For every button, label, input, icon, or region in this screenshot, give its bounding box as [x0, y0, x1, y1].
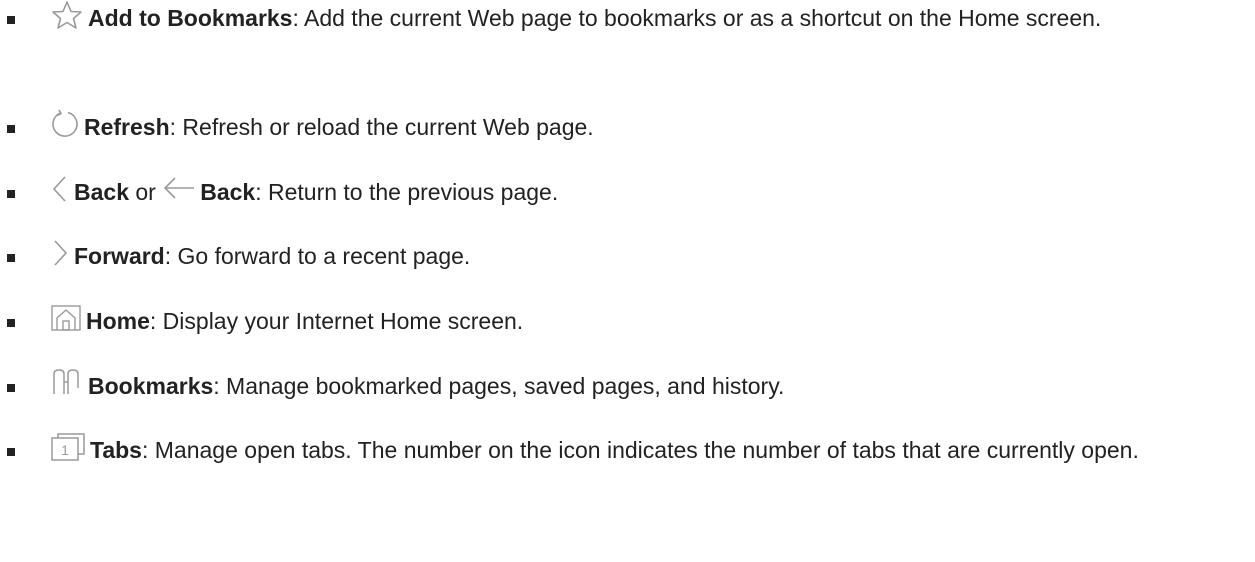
item-label: Home — [86, 308, 150, 334]
bullet — [7, 16, 15, 24]
list-item-text: Add to Bookmarks: Add the current Web pa… — [50, 0, 1245, 35]
arrow-left-icon — [162, 174, 196, 204]
list-item-text: Back or Back: Return to the previous pag… — [50, 174, 1245, 209]
list-item-text: 1 Tabs: Manage open tabs. The number on … — [50, 432, 1245, 467]
bullet — [7, 125, 15, 133]
bullet — [7, 384, 15, 392]
bullet — [7, 319, 15, 327]
tabs-icon: 1 — [50, 432, 86, 462]
star-outline-icon — [50, 0, 84, 30]
bookmarks-book-icon — [50, 368, 84, 398]
bullet — [7, 448, 15, 456]
item-label: Tabs — [90, 437, 142, 463]
item-description: : Return to the previous page. — [255, 179, 559, 205]
list-item-text: Forward: Go forward to a recent page. — [50, 238, 1245, 273]
item-description: : Go forward to a recent page. — [164, 243, 471, 269]
bullet — [7, 190, 15, 198]
chevron-right-icon — [50, 238, 70, 268]
tabs-count: 1 — [61, 442, 69, 458]
item-description: : Manage open tabs. The number on the ic… — [141, 437, 1139, 463]
refresh-icon — [50, 109, 80, 139]
item-label-2: Back — [200, 179, 256, 205]
item-description: : Add the current Web page to bookmarks … — [292, 5, 1102, 31]
item-description: : Manage bookmarked pages, saved pages, … — [213, 373, 785, 399]
home-icon — [50, 303, 82, 333]
bullet — [7, 254, 15, 262]
list-item-text: Bookmarks: Manage bookmarked pages, save… — [50, 368, 1245, 403]
list-item-text: Refresh: Refresh or reload the current W… — [50, 109, 1245, 144]
item-label: Bookmarks — [88, 373, 214, 399]
item-label: Back — [74, 179, 129, 205]
item-connector: or — [128, 179, 163, 205]
item-description: : Refresh or reload the current Web page… — [169, 114, 594, 140]
list-item-text: Home: Display your Internet Home screen. — [50, 303, 1245, 338]
item-description: : Display your Internet Home screen. — [149, 308, 524, 334]
item-label: Refresh — [84, 114, 170, 140]
item-label: Forward — [74, 243, 165, 269]
item-label: Add to Bookmarks — [88, 5, 293, 31]
chevron-left-icon — [50, 174, 70, 204]
